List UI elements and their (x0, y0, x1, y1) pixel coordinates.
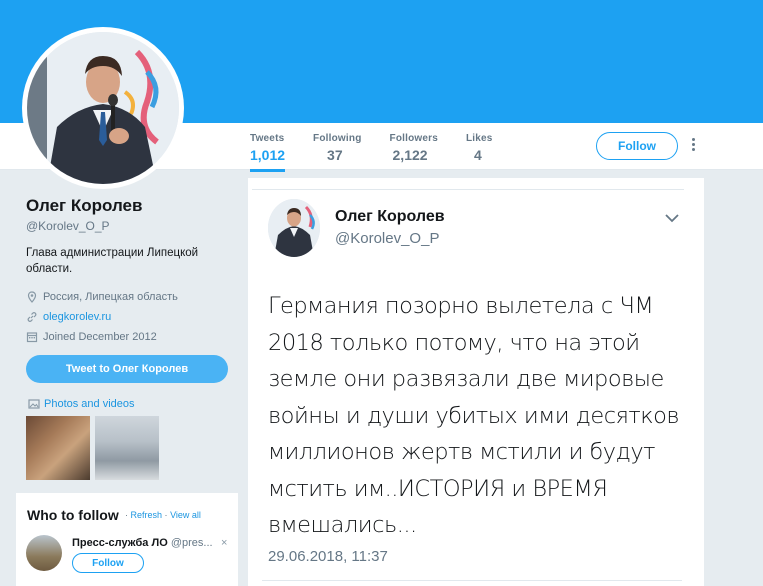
view-all-link[interactable]: View all (170, 510, 201, 520)
profile-bio: Глава администрации Липецкой области. (26, 247, 199, 275)
stat-label: Followers (389, 133, 438, 144)
who-to-follow-links: · Refresh · View all (125, 510, 201, 520)
photos-label: Photos and videos (44, 398, 135, 410)
profile-handle[interactable]: @Korolev_O_P (26, 219, 236, 233)
photos-icon (28, 399, 40, 409)
suggested-follow-button[interactable]: Follow (72, 553, 144, 573)
divider (252, 189, 684, 190)
tweet-timestamp[interactable]: 29.06.2018, 11:37 (268, 548, 388, 565)
suggested-name: Пресс-служба ЛО (72, 537, 168, 549)
profile-card: Олег Королев @Korolev_O_P Глава админист… (26, 196, 236, 343)
tweet-avatar[interactable] (268, 199, 320, 257)
stat-value: 2,122 (392, 147, 428, 163)
profile-website[interactable]: olegkorolev.ru (26, 311, 236, 323)
location-pin-icon (27, 291, 37, 303)
follow-button[interactable]: Follow (596, 132, 678, 160)
website-link[interactable]: olegkorolev.ru (43, 311, 111, 323)
stat-value: 37 (327, 147, 343, 163)
tweet-author-name[interactable]: Олег Королев (335, 208, 445, 226)
photos-videos-link[interactable]: Photos and videos (28, 398, 135, 410)
stat-tweets[interactable]: Tweets 1,012 (250, 133, 286, 172)
tweet-author-handle[interactable]: @Korolev_O_P (335, 230, 439, 247)
joined-text: Joined December 2012 (43, 331, 157, 343)
stat-value: 4 (474, 147, 482, 163)
refresh-link[interactable]: Refresh (131, 510, 163, 520)
media-thumbnail[interactable] (95, 416, 159, 480)
separator-dot: · (125, 510, 128, 520)
media-thumbnail[interactable] (26, 416, 90, 480)
stat-followers[interactable]: Followers 2,122 (390, 133, 438, 172)
suggested-handle: @pres... (170, 537, 213, 549)
stat-label: Tweets (250, 133, 285, 144)
who-to-follow-panel: Who to follow · Refresh · View all Пресс… (16, 493, 238, 586)
stat-label: Following (313, 133, 362, 144)
calendar-icon (26, 332, 38, 343)
profile-location: Россия, Липецкая область (26, 291, 236, 303)
dismiss-icon[interactable]: × (221, 537, 227, 549)
link-icon (27, 312, 37, 322)
chevron-down-icon[interactable] (664, 212, 680, 224)
divider (262, 580, 682, 581)
stat-label: Likes (466, 133, 493, 144)
suggested-account-avatar[interactable] (26, 535, 62, 571)
more-options-icon[interactable] (690, 138, 698, 154)
separator-dot: · (164, 510, 168, 520)
location-text: Россия, Липецкая область (43, 291, 178, 303)
profile-name[interactable]: Олег Королев (26, 196, 236, 216)
tweet-text: Германия позорно вылетела с ЧМ 2018 толь… (268, 293, 680, 538)
profile-stats: Tweets 1,012 Following 37 Followers 2,12… (250, 133, 521, 172)
stat-following[interactable]: Following 37 (313, 133, 361, 172)
profile-joined: Joined December 2012 (26, 331, 236, 343)
stat-likes[interactable]: Likes 4 (466, 133, 493, 172)
who-to-follow-title: Who to follow (27, 507, 119, 523)
tweet-to-button[interactable]: Tweet to Олег Королев (26, 355, 228, 383)
suggested-account-name[interactable]: Пресс-служба ЛО @pres... (72, 537, 213, 549)
profile-avatar[interactable] (22, 27, 184, 189)
stat-value: 1,012 (250, 147, 286, 163)
